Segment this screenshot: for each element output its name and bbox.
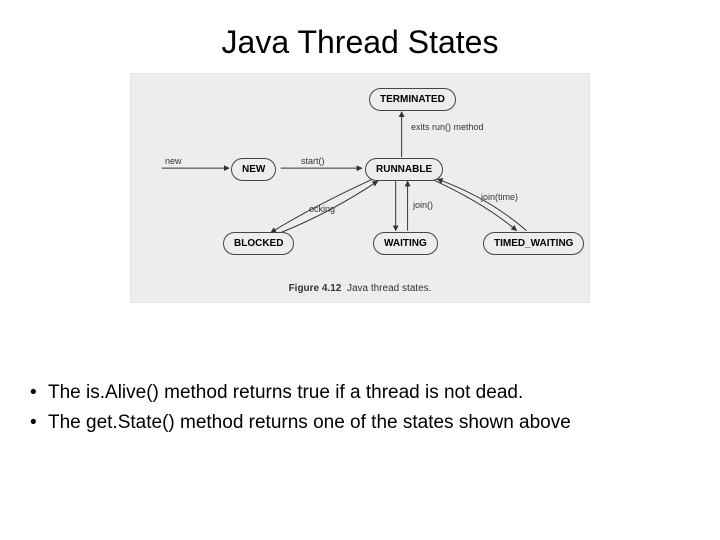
state-blocked: BLOCKED xyxy=(223,232,294,255)
state-timed-waiting: TIMED_WAITING xyxy=(483,232,584,255)
edge-new: new xyxy=(165,156,182,166)
state-new: NEW xyxy=(231,158,276,181)
bullet-item: The get.State() method returns one of th… xyxy=(30,410,690,436)
state-terminated: TERMINATED xyxy=(369,88,456,111)
figure-caption-text: Java thread states. xyxy=(347,283,432,294)
state-diagram: TERMINATED NEW RUNNABLE BLOCKED WAITING … xyxy=(131,74,589,302)
diagram-arrows xyxy=(131,74,589,302)
edge-exits-run: exits run() method xyxy=(411,122,484,132)
edge-join: join() xyxy=(413,200,433,210)
diagram-container: TERMINATED NEW RUNNABLE BLOCKED WAITING … xyxy=(130,73,590,303)
edge-start: start() xyxy=(301,156,325,166)
edge-locking: ocking xyxy=(309,204,335,214)
state-waiting: WAITING xyxy=(373,232,438,255)
edge-join-time: join(time) xyxy=(481,192,518,202)
figure-caption: Figure 4.12 Java thread states. xyxy=(131,283,589,294)
figure-number: Figure 4.12 xyxy=(289,283,342,294)
bullet-list: The is.Alive() method returns true if a … xyxy=(30,380,690,439)
slide-title: Java Thread States xyxy=(0,0,720,73)
bullet-item: The is.Alive() method returns true if a … xyxy=(30,380,690,406)
state-runnable: RUNNABLE xyxy=(365,158,443,181)
